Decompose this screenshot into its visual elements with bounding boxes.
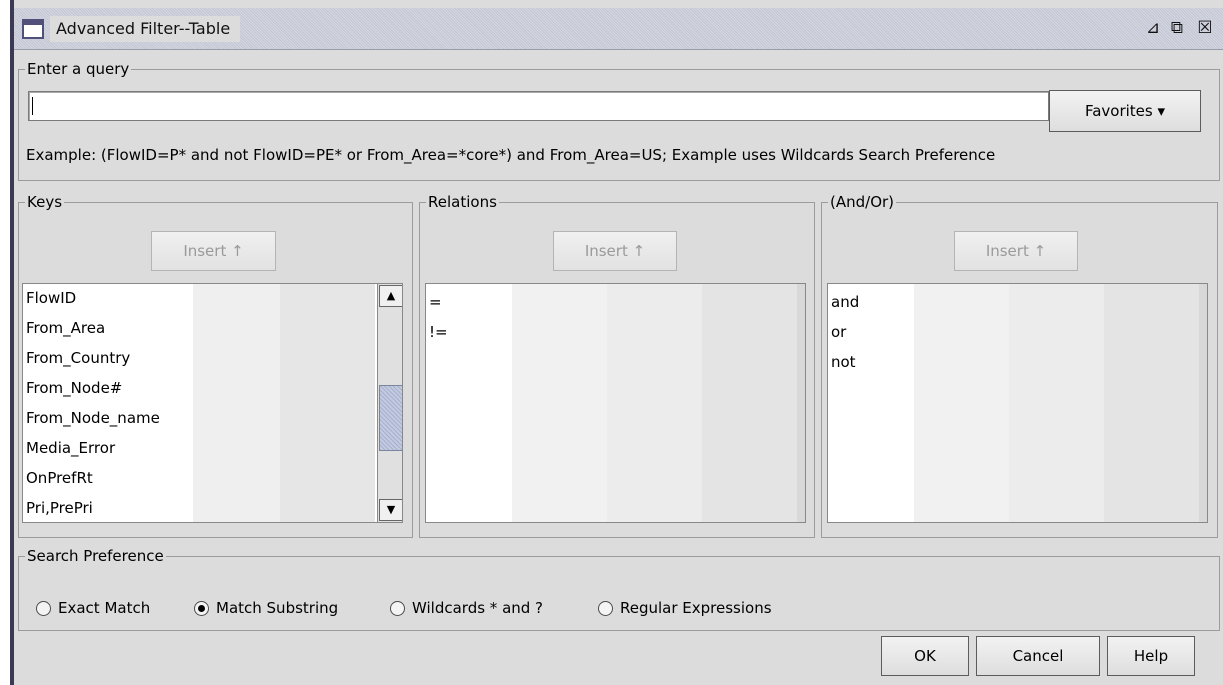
- window-app-icon: [22, 19, 44, 39]
- favorites-dropdown-button[interactable]: Favorites ▾: [1049, 90, 1201, 132]
- andor-insert-button[interactable]: Insert ↑: [954, 231, 1078, 271]
- list-item[interactable]: OnPrefRt: [23, 464, 402, 494]
- relations-insert-button[interactable]: Insert ↑: [553, 231, 677, 271]
- radio-wildcards-indicator[interactable]: [390, 600, 405, 616]
- keys-scrollbar[interactable]: ▲ ▼: [377, 284, 402, 522]
- andor-list[interactable]: and or not: [827, 283, 1208, 523]
- scroll-thumb[interactable]: [379, 385, 402, 451]
- restore-window-icon[interactable]: ⊿: [1142, 18, 1164, 38]
- list-item[interactable]: and: [828, 288, 1207, 318]
- scroll-down-arrow-icon[interactable]: ▼: [379, 499, 402, 521]
- radio-exact-match-label: Exact Match: [58, 599, 151, 617]
- query-group: Enter a query: [18, 59, 1220, 181]
- relations-list[interactable]: = !=: [425, 283, 806, 523]
- list-item[interactable]: From_Area: [23, 314, 402, 344]
- list-item[interactable]: =: [426, 288, 805, 318]
- keys-list-items: FlowID From_Area From_Country From_Node# Fro…: [23, 284, 402, 522]
- maximize-window-icon[interactable]: ⧉: [1166, 18, 1188, 38]
- list-item[interactable]: not: [828, 348, 1207, 378]
- radio-regular-expressions[interactable]: Regular Expressions: [598, 596, 772, 620]
- radio-wildcards[interactable]: Wildcards * and ?: [390, 596, 543, 620]
- keys-insert-button[interactable]: Insert ↑: [151, 231, 276, 271]
- list-item[interactable]: Media_Error: [23, 434, 402, 464]
- query-input[interactable]: [28, 91, 1049, 121]
- relations-group-label: Relations: [426, 192, 499, 212]
- text-caret: [32, 97, 33, 115]
- query-example-text: Example: (FlowID=P* and not FlowID=PE* o…: [26, 146, 996, 164]
- list-item[interactable]: !=: [426, 318, 805, 348]
- radio-match-substring[interactable]: Match Substring: [194, 596, 338, 620]
- advanced-filter-dialog: Advanced Filter--Table ⊿ ⧉ ☒ Enter a que…: [14, 8, 1223, 685]
- close-window-icon[interactable]: ☒: [1194, 18, 1216, 38]
- andor-group-label: (And/Or): [828, 192, 897, 212]
- title-bar[interactable]: Advanced Filter--Table ⊿ ⧉ ☒: [14, 8, 1223, 50]
- radio-match-substring-indicator[interactable]: [194, 600, 209, 616]
- help-button[interactable]: Help: [1107, 636, 1195, 676]
- window-left-edge: [0, 0, 14, 685]
- scroll-up-arrow-icon[interactable]: ▲: [379, 285, 402, 307]
- radio-regular-expressions-indicator[interactable]: [598, 600, 613, 616]
- list-item[interactable]: From_Country: [23, 344, 402, 374]
- keys-list[interactable]: FlowID From_Area From_Country From_Node# Fro…: [22, 283, 403, 523]
- relations-list-items: = !=: [426, 288, 805, 348]
- radio-exact-match-indicator[interactable]: [36, 600, 51, 616]
- list-item[interactable]: or: [828, 318, 1207, 348]
- list-item[interactable]: From_Node#: [23, 374, 402, 404]
- radio-regular-expressions-label: Regular Expressions: [620, 599, 772, 617]
- list-item[interactable]: From_Node_name: [23, 404, 402, 434]
- query-group-label: Enter a query: [25, 59, 132, 79]
- ok-button[interactable]: OK: [881, 636, 969, 676]
- andor-list-items: and or not: [828, 288, 1207, 378]
- keys-group-label: Keys: [25, 192, 65, 212]
- list-item[interactable]: Pri,PrePri: [23, 494, 402, 522]
- radio-wildcards-label: Wildcards * and ?: [412, 599, 544, 617]
- list-item[interactable]: FlowID: [23, 284, 402, 314]
- window-title: Advanced Filter--Table: [50, 16, 241, 42]
- radio-exact-match[interactable]: Exact Match: [36, 596, 150, 620]
- cancel-button[interactable]: Cancel: [976, 636, 1100, 676]
- radio-match-substring-label: Match Substring: [216, 599, 339, 617]
- search-preference-group-label: Search Preference: [25, 546, 166, 566]
